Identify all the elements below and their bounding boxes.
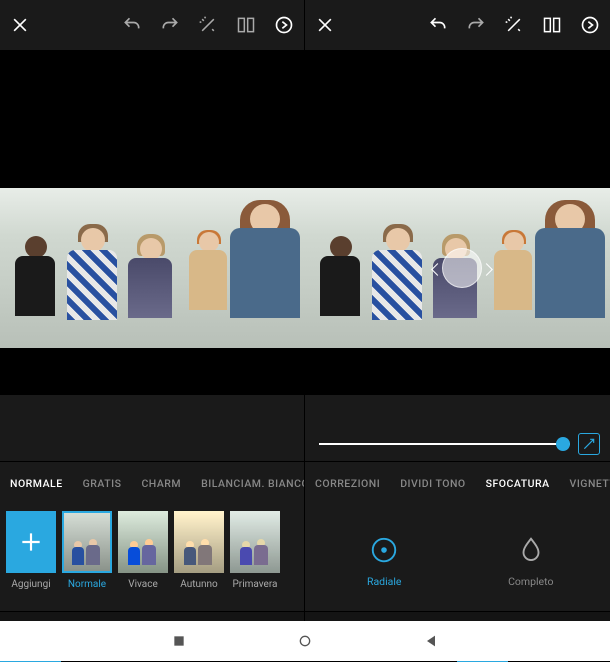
cat-charm[interactable]: CHARM <box>131 477 191 490</box>
undo-icon[interactable] <box>428 15 448 35</box>
sys-recent-button[interactable] <box>171 633 187 649</box>
undo-icon[interactable] <box>122 15 142 35</box>
blur-slider[interactable] <box>319 443 570 445</box>
filter-label: Aggiungi <box>11 579 50 590</box>
filter-label: Primavera <box>233 579 278 590</box>
filter-thumbnails: Aggiungi Normale Vivace Autunno Primaver… <box>0 505 304 611</box>
blur-options: Radiale Completo <box>305 505 610 611</box>
blur-label: Radiale <box>367 575 402 588</box>
filter-label: Autunno <box>180 579 218 590</box>
droplet-icon <box>516 535 546 565</box>
compare-icon[interactable] <box>236 15 256 35</box>
blur-label: Completo <box>508 575 553 588</box>
image-area <box>0 50 610 395</box>
cat-dividitono[interactable]: DIVIDI TONO <box>390 477 475 490</box>
cat-normale[interactable]: NORMALE <box>0 477 73 490</box>
blur-slider-row <box>305 427 610 461</box>
filter-primavera[interactable]: Primavera <box>230 511 280 590</box>
cat-bilanciam[interactable]: BILANCIAM. BIANCO <box>191 477 304 490</box>
apply-icon[interactable] <box>274 15 294 35</box>
filter-label: Vivace <box>128 579 158 590</box>
filter-add[interactable]: Aggiungi <box>6 511 56 590</box>
cat-vignettatura[interactable]: VIGNETTATURA <box>560 477 610 490</box>
filter-autunno[interactable]: Autunno <box>174 511 224 590</box>
image-preview-right[interactable] <box>305 50 610 395</box>
category-tabs-right: CORREZIONI DIVIDI TONO SFOCATURA VIGNETT… <box>305 461 610 505</box>
wand-icon[interactable] <box>198 15 218 35</box>
top-toolbar <box>0 0 610 50</box>
wand-icon[interactable] <box>504 15 524 35</box>
compare-icon[interactable] <box>542 15 562 35</box>
filter-label: Normale <box>68 579 106 590</box>
slider-icon[interactable] <box>578 433 600 455</box>
filter-vivace[interactable]: Vivace <box>118 511 168 590</box>
cat-sfocatura[interactable]: SFOCATURA <box>476 477 560 490</box>
blur-completo[interactable]: Completo <box>458 511 605 611</box>
blur-radiale[interactable]: Radiale <box>311 511 458 611</box>
close-button[interactable] <box>10 15 30 35</box>
redo-icon[interactable] <box>466 15 486 35</box>
top-toolbar-left <box>0 0 305 50</box>
sys-home-button[interactable] <box>297 633 313 649</box>
image-preview-left[interactable] <box>0 50 305 395</box>
sys-back-button[interactable] <box>423 633 439 649</box>
cat-gratis[interactable]: GRATIS <box>73 477 132 490</box>
close-button[interactable] <box>315 15 335 35</box>
redo-icon[interactable] <box>160 15 180 35</box>
filter-normale[interactable]: Normale <box>62 511 112 590</box>
cat-correzioni[interactable]: CORREZIONI <box>305 477 390 490</box>
android-system-nav <box>0 621 610 661</box>
radial-icon <box>369 535 399 565</box>
category-tabs-left: NORMALE GRATIS CHARM BILANCIAM. BIANCO B… <box>0 461 304 505</box>
top-toolbar-right <box>305 0 610 50</box>
apply-icon[interactable] <box>580 15 600 35</box>
